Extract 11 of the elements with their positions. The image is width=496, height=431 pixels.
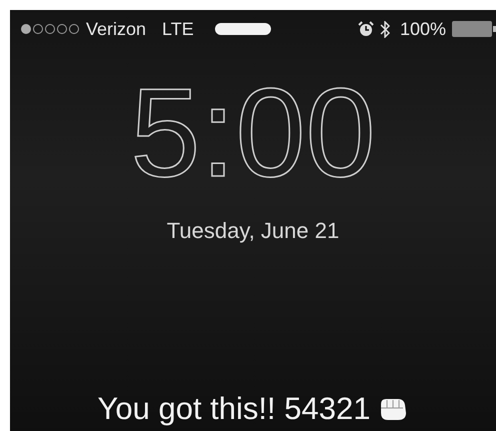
clock-time: 5:00 bbox=[129, 70, 377, 196]
network-type: LTE bbox=[162, 18, 194, 40]
pill-icon bbox=[214, 22, 272, 36]
battery-icon bbox=[452, 20, 496, 38]
lock-message: You got this!! 54321 bbox=[98, 391, 370, 427]
bluetooth-icon bbox=[380, 20, 390, 38]
signal-icon bbox=[20, 23, 82, 35]
battery-percent: 100% bbox=[400, 18, 446, 40]
carrier-name: Verizon bbox=[86, 18, 146, 40]
date-label: Tuesday, June 21 bbox=[166, 218, 340, 244]
alarm-icon bbox=[358, 21, 374, 37]
